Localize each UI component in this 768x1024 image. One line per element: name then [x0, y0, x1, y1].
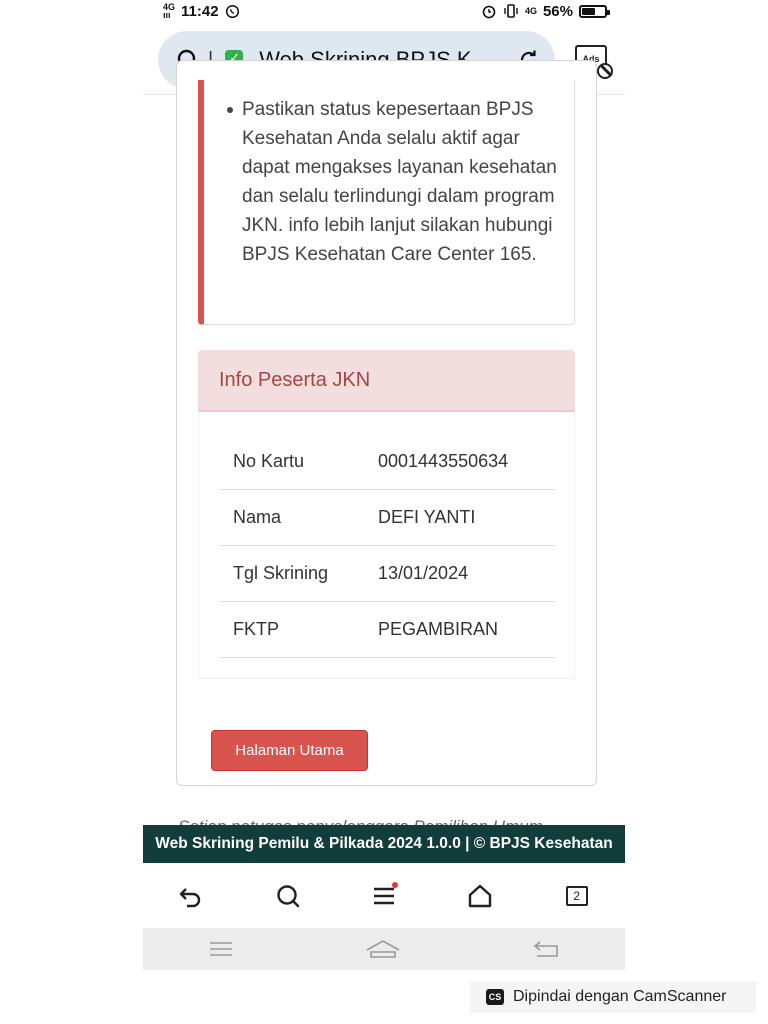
whatsapp-icon	[225, 4, 239, 18]
row-value: PEGAMBIRAN	[378, 619, 499, 639]
clock: 11:42	[181, 2, 219, 20]
back-arrow-icon	[179, 887, 201, 907]
tabs-count-icon: 2	[565, 885, 588, 906]
info-panel-title: Info Peserta JKN	[219, 368, 371, 391]
row-label: No Kartu	[233, 451, 305, 471]
row-value: DEFI YANTI	[378, 507, 476, 527]
ban-icon	[597, 63, 613, 79]
row-label: Nama	[233, 507, 282, 527]
tabs-button[interactable]: 2	[557, 876, 597, 916]
browser-navigation: 2	[143, 863, 625, 928]
phone-screen: 4Gııı 11:42 4G 56% |	[143, 0, 625, 970]
info-panel-body: No Kartu 0001443550634 Nama DEFI YANTI T…	[198, 412, 575, 679]
home-icon	[469, 884, 492, 907]
row-value: 0001443550634	[378, 451, 509, 471]
network-type: 4G	[163, 2, 176, 12]
battery-percent: 56%	[542, 2, 573, 20]
home-page-button[interactable]: Halaman Utama	[211, 730, 368, 771]
footer-text: Web Skrining Pemilu & Pilkada 2024 1.0.0…	[155, 835, 613, 852]
system-back-icon[interactable]	[532, 939, 560, 959]
vibrate-icon	[504, 4, 518, 18]
back-button[interactable]	[171, 876, 211, 916]
notification-dot	[391, 881, 398, 888]
home-button[interactable]	[460, 876, 500, 916]
search-button[interactable]	[268, 876, 308, 916]
camscanner-logo: CS	[486, 989, 504, 1005]
table-row: FKTP PEGAMBIRAN	[219, 602, 556, 658]
system-navigation	[143, 928, 625, 970]
table-row: No Kartu 0001443550634	[219, 434, 556, 490]
battery-icon	[579, 4, 610, 18]
signal-icon: 4G ııı	[163, 2, 176, 20]
status-left: 4G ııı 11:42	[163, 3, 240, 20]
search-icon	[276, 884, 299, 907]
battery-fill	[582, 7, 596, 15]
recent-apps-icon[interactable]	[208, 939, 234, 959]
alarm-icon	[482, 5, 496, 19]
site-footer: Web Skrining Pemilu & Pilkada 2024 1.0.0…	[143, 825, 625, 863]
notice-alert: Pastikan status kepesertaan BPJS Kesehat…	[198, 80, 575, 325]
info-panel-header: Info Peserta JKN	[198, 350, 575, 412]
notice-list: Pastikan status kepesertaan BPJS Kesehat…	[227, 95, 562, 269]
row-label: Tgl Skrining	[233, 563, 329, 583]
row-label: FKTP	[233, 619, 280, 639]
watermark-text: Dipindai dengan CamScanner	[513, 988, 727, 1005]
system-home-icon[interactable]	[365, 939, 401, 959]
info-table: No Kartu 0001443550634 Nama DEFI YANTI T…	[219, 434, 556, 658]
network-right-icon: 4G	[524, 6, 537, 16]
menu-button[interactable]	[364, 876, 404, 916]
row-value: 13/01/2024	[378, 563, 469, 583]
camscanner-watermark: CS Dipindai dengan CamScanner	[470, 981, 756, 1013]
status-right: 4G 56%	[481, 2, 610, 20]
status-bar: 4G ııı 11:42 4G 56%	[143, 0, 625, 22]
table-row: Nama DEFI YANTI	[219, 490, 556, 546]
notice-item: Pastikan status kepesertaan BPJS Kesehat…	[227, 95, 562, 269]
table-row: Tgl Skrining 13/01/2024	[219, 546, 556, 602]
